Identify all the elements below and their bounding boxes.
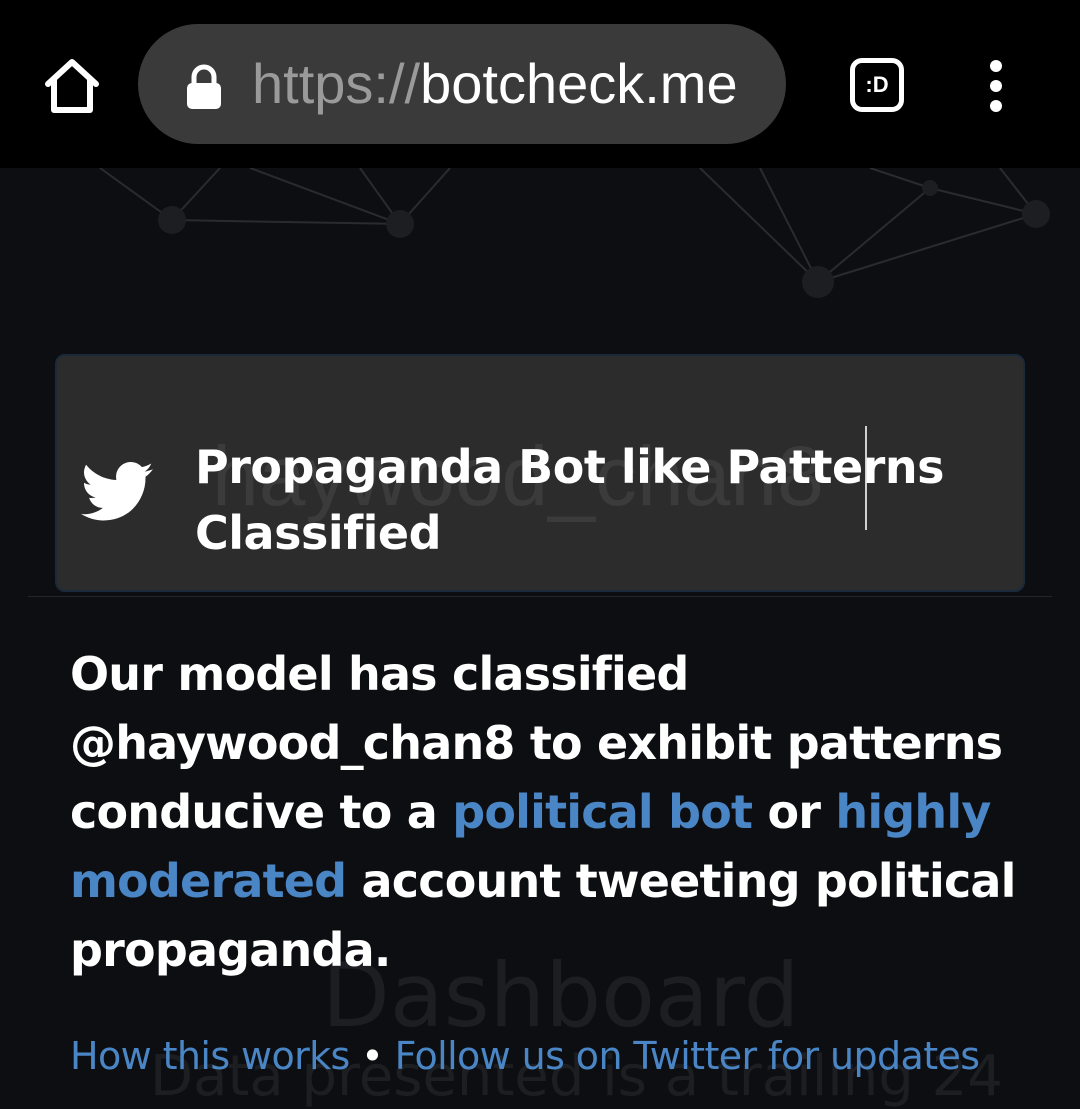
footer-separator: •	[361, 1034, 384, 1078]
overflow-menu-icon[interactable]	[982, 58, 1010, 114]
how-this-works-link[interactable]: How this works	[70, 1034, 350, 1078]
network-background-graphic	[99, 168, 1050, 298]
home-icon[interactable]	[40, 54, 104, 118]
extension-icon[interactable]: :D	[850, 58, 904, 112]
follow-twitter-link[interactable]: Follow us on Twitter for updates	[395, 1034, 981, 1078]
classification-message: Our model has classified @haywood_chan8 …	[70, 640, 1030, 985]
url-host: botcheck.me	[420, 52, 738, 115]
divider	[28, 596, 1052, 597]
url-scheme: https://	[252, 52, 421, 115]
card-title: Propaganda Bot like Patterns Classified	[195, 440, 944, 560]
classification-card: haywood_chan8 Propaganda Bot like Patter…	[55, 354, 1025, 592]
footer-links: How this works • Follow us on Twitter fo…	[70, 1032, 981, 1080]
browser-toolbar: https://botcheck.me :D	[0, 0, 1080, 168]
political-bot-link[interactable]: political bot	[452, 785, 753, 839]
url-text[interactable]: https://botcheck.me	[252, 52, 738, 116]
message-text-2: or	[752, 785, 836, 839]
lock-icon	[187, 64, 221, 109]
address-bar[interactable]: https://botcheck.me	[138, 24, 786, 144]
twitter-bird-icon	[81, 462, 153, 521]
